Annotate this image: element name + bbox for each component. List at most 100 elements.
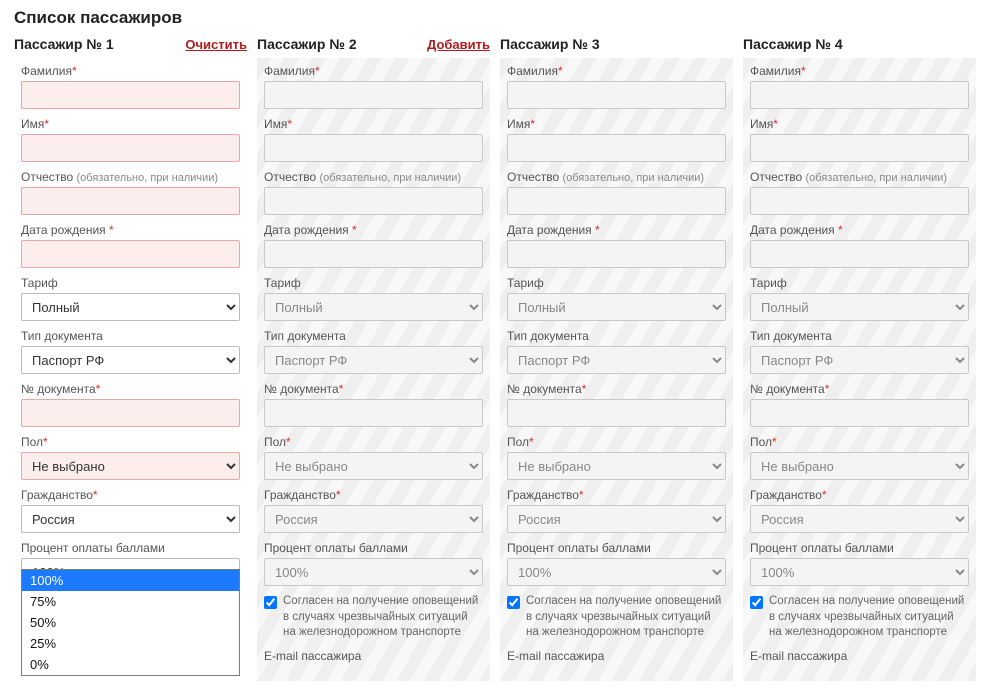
doc-num-label: № документа*: [507, 382, 726, 396]
tariff-label: Тариф: [264, 276, 483, 290]
tariff-select[interactable]: Полный: [264, 293, 483, 321]
email-label: E-mail пассажира: [750, 649, 969, 663]
consent-row: Согласен на получение оповещений в случа…: [264, 594, 483, 641]
surname-input[interactable]: [507, 81, 726, 109]
passenger-action-link[interactable]: Очистить: [185, 37, 247, 52]
points-pct-label: Процент оплаты баллами: [507, 541, 726, 555]
citizenship-select[interactable]: Россия: [507, 505, 726, 533]
passenger-header: Пассажир № 1 Очистить: [14, 34, 247, 58]
dob-input[interactable]: [750, 240, 969, 268]
surname-label: Фамилия*: [507, 64, 726, 78]
sex-select[interactable]: Не выбрано: [21, 452, 240, 480]
points-pct-label: Процент оплаты баллами: [264, 541, 483, 555]
dob-input[interactable]: [21, 240, 240, 268]
doc-type-select[interactable]: Паспорт РФ: [21, 346, 240, 374]
tariff-label: Тариф: [507, 276, 726, 290]
doc-type-select[interactable]: Паспорт РФ: [750, 346, 969, 374]
points-pct-option[interactable]: 100%: [22, 570, 239, 591]
patronymic-label: Отчество (обязательно, при наличии): [750, 170, 969, 184]
name-input[interactable]: [507, 134, 726, 162]
tariff-select[interactable]: Полный: [21, 293, 240, 321]
patronymic-label: Отчество (обязательно, при наличии): [264, 170, 483, 184]
points-pct-option[interactable]: 50%: [22, 612, 239, 633]
consent-row: Согласен на получение оповещений в случа…: [507, 594, 726, 641]
passenger-title: Пассажир № 2: [257, 36, 357, 52]
sex-label: Пол*: [750, 435, 969, 449]
dob-input[interactable]: [264, 240, 483, 268]
name-label: Имя*: [507, 117, 726, 131]
passenger-header: Пассажир № 2 Добавить: [257, 34, 490, 58]
patronymic-label: Отчество (обязательно, при наличии): [507, 170, 726, 184]
doc-num-input[interactable]: [507, 399, 726, 427]
points-pct-field: Процент оплаты баллами 100%: [750, 541, 969, 586]
consent-checkbox[interactable]: [750, 596, 763, 609]
doc-num-input[interactable]: [264, 399, 483, 427]
points-pct-select[interactable]: 100%: [750, 558, 969, 586]
name-input[interactable]: [264, 134, 483, 162]
points-pct-select[interactable]: 100%: [264, 558, 483, 586]
surname-input[interactable]: [264, 81, 483, 109]
consent-text: Согласен на получение оповещений в случа…: [283, 594, 483, 641]
citizenship-label: Гражданство*: [750, 488, 969, 502]
citizenship-label: Гражданство*: [507, 488, 726, 502]
points-pct-option[interactable]: 75%: [22, 591, 239, 612]
passenger-header: Пассажир № 3: [500, 34, 733, 58]
tariff-select[interactable]: Полный: [507, 293, 726, 321]
surname-label: Фамилия*: [750, 64, 969, 78]
consent-row: Согласен на получение оповещений в случа…: [750, 594, 969, 641]
points-pct-listbox[interactable]: 100%75%50%25%0%: [21, 569, 240, 676]
passenger-action-link[interactable]: Добавить: [427, 37, 490, 52]
tariff-select[interactable]: Полный: [750, 293, 969, 321]
sex-select[interactable]: Не выбрано: [750, 452, 969, 480]
dob-input[interactable]: [507, 240, 726, 268]
points-pct-field: Процент оплаты баллами 100% 100%75%50%25…: [21, 541, 240, 586]
points-pct-option[interactable]: 25%: [22, 633, 239, 654]
doc-num-input[interactable]: [750, 399, 969, 427]
points-pct-label: Процент оплаты баллами: [21, 541, 240, 555]
sex-label: Пол*: [264, 435, 483, 449]
surname-label: Фамилия*: [264, 64, 483, 78]
sex-label: Пол*: [507, 435, 726, 449]
surname-input[interactable]: [750, 81, 969, 109]
citizenship-select[interactable]: Россия: [264, 505, 483, 533]
passenger-card: Фамилия* Имя* Отчество (обязательно, при…: [257, 58, 490, 681]
patronymic-label: Отчество (обязательно, при наличии): [21, 170, 240, 184]
consent-checkbox[interactable]: [507, 596, 520, 609]
name-label: Имя*: [264, 117, 483, 131]
tariff-label: Тариф: [21, 276, 240, 290]
tariff-label: Тариф: [750, 276, 969, 290]
patronymic-input[interactable]: [507, 187, 726, 215]
name-label: Имя*: [750, 117, 969, 131]
passenger-title: Пассажир № 3: [500, 36, 600, 52]
email-label: E-mail пассажира: [264, 649, 483, 663]
dob-label: Дата рождения *: [21, 223, 240, 237]
doc-type-label: Тип документа: [21, 329, 240, 343]
points-pct-select[interactable]: 100%: [507, 558, 726, 586]
doc-type-label: Тип документа: [507, 329, 726, 343]
passenger-card: Фамилия* Имя* Отчество (обязательно, при…: [14, 58, 247, 626]
citizenship-label: Гражданство*: [21, 488, 240, 502]
sex-select[interactable]: Не выбрано: [264, 452, 483, 480]
citizenship-select[interactable]: Россия: [21, 505, 240, 533]
consent-checkbox[interactable]: [264, 596, 277, 609]
doc-type-select[interactable]: Паспорт РФ: [507, 346, 726, 374]
email-label: E-mail пассажира: [507, 649, 726, 663]
doc-type-select[interactable]: Паспорт РФ: [264, 346, 483, 374]
patronymic-input[interactable]: [21, 187, 240, 215]
name-input[interactable]: [21, 134, 240, 162]
dob-label: Дата рождения *: [507, 223, 726, 237]
sex-select[interactable]: Не выбрано: [507, 452, 726, 480]
doc-num-input[interactable]: [21, 399, 240, 427]
consent-text: Согласен на получение оповещений в случа…: [769, 594, 969, 641]
passenger-list-heading: Список пассажиров: [14, 8, 976, 28]
patronymic-input[interactable]: [264, 187, 483, 215]
citizenship-select[interactable]: Россия: [750, 505, 969, 533]
name-input[interactable]: [750, 134, 969, 162]
consent-text: Согласен на получение оповещений в случа…: [526, 594, 726, 641]
sex-label: Пол*: [21, 435, 240, 449]
patronymic-input[interactable]: [750, 187, 969, 215]
passenger-card: Фамилия* Имя* Отчество (обязательно, при…: [743, 58, 976, 681]
points-pct-field: Процент оплаты баллами 100%: [264, 541, 483, 586]
points-pct-option[interactable]: 0%: [22, 654, 239, 675]
surname-input[interactable]: [21, 81, 240, 109]
